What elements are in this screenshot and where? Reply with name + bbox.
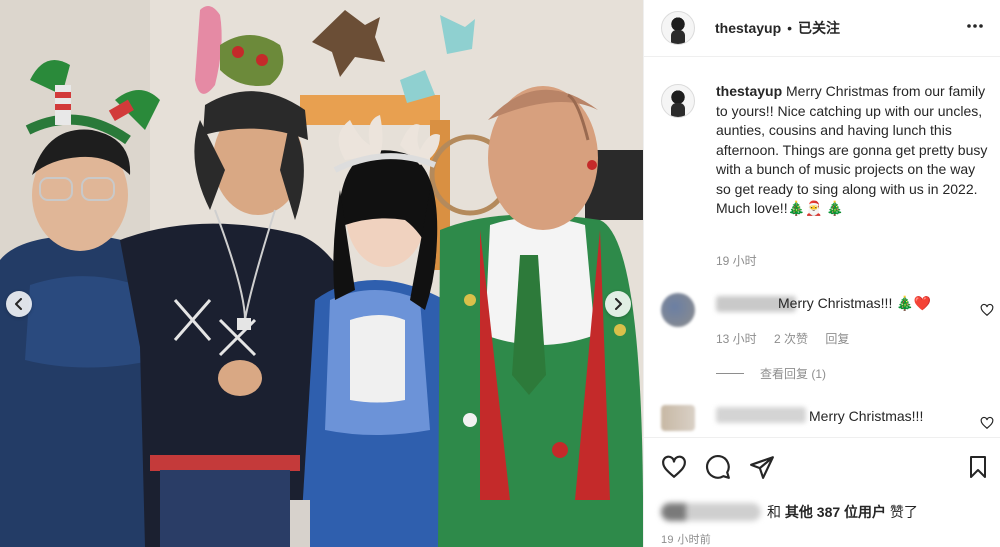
likes-count[interactable]: 其他 387 位用户 <box>785 504 886 520</box>
likes-summary[interactable]: 和 其他 387 位用户 赞了 <box>661 502 918 522</box>
chevron-right-icon <box>615 298 622 310</box>
caption-text: thestayup Merry Christmas from our famil… <box>716 82 991 219</box>
post-timestamp: 19 小时前 <box>661 534 712 546</box>
caption-author-avatar[interactable] <box>661 84 695 118</box>
author-avatar[interactable] <box>661 11 695 45</box>
chevron-left-icon <box>15 298 22 310</box>
likes-prefix: 和 <box>767 504 781 520</box>
post-photo[interactable] <box>0 0 643 547</box>
paper-plane-icon[interactable] <box>749 454 775 480</box>
commenter-avatar[interactable] <box>661 405 695 431</box>
comment-bubble-icon[interactable] <box>705 454 731 480</box>
caption-trailing-emoji: 🎄 <box>826 200 844 216</box>
post-header: thestayup • 已关注 <box>644 0 1000 57</box>
likes-summary-text: 和 其他 387 位用户 赞了 <box>767 502 918 522</box>
post-actions-bar: 和 其他 387 位用户 赞了 19 小时前 <box>644 437 1000 547</box>
header-separator: • <box>787 20 793 36</box>
next-photo-button[interactable] <box>605 291 631 317</box>
likes-suffix: 赞了 <box>889 504 918 520</box>
bookmark-icon[interactable] <box>966 454 990 480</box>
photo-scene <box>0 0 643 547</box>
view-replies-label[interactable]: 查看回复 (1) <box>760 365 826 382</box>
comment-heart-icon[interactable] <box>980 416 994 430</box>
more-horizontal-icon[interactable] <box>965 16 985 36</box>
likers-redacted <box>661 503 761 521</box>
previous-photo-button[interactable] <box>6 291 32 317</box>
author-username[interactable]: thestayup <box>715 20 781 36</box>
commenter-avatar[interactable] <box>661 293 695 327</box>
view-replies-toggle[interactable]: 查看回复 (1) <box>716 365 826 382</box>
heart-outline-icon[interactable] <box>661 454 687 480</box>
comment-reply-button[interactable]: 回复 <box>825 332 849 346</box>
comment-heart-icon[interactable] <box>980 303 994 317</box>
comment-text: Merry Christmas!!! 🎄❤️ <box>778 295 932 311</box>
caption-body: Merry Christmas from our family to yours… <box>716 83 988 216</box>
post-details-panel: thestayup • 已关注 thestayup Merry Christma… <box>643 0 1000 547</box>
comment-likes-count[interactable]: 2 次赞 <box>774 332 808 346</box>
commenter-username-redacted[interactable] <box>716 407 806 423</box>
replies-divider <box>716 373 744 374</box>
caption-username[interactable]: thestayup <box>716 83 782 99</box>
comment-timestamp: 13 小时 <box>716 332 757 346</box>
comment-meta: 13 小时 2 次赞 回复 <box>716 330 863 347</box>
follow-status-button[interactable]: 已关注 <box>798 18 840 38</box>
comment-text: Merry Christmas!!! <box>809 408 924 424</box>
caption-timestamp: 19 小时 <box>716 254 757 268</box>
